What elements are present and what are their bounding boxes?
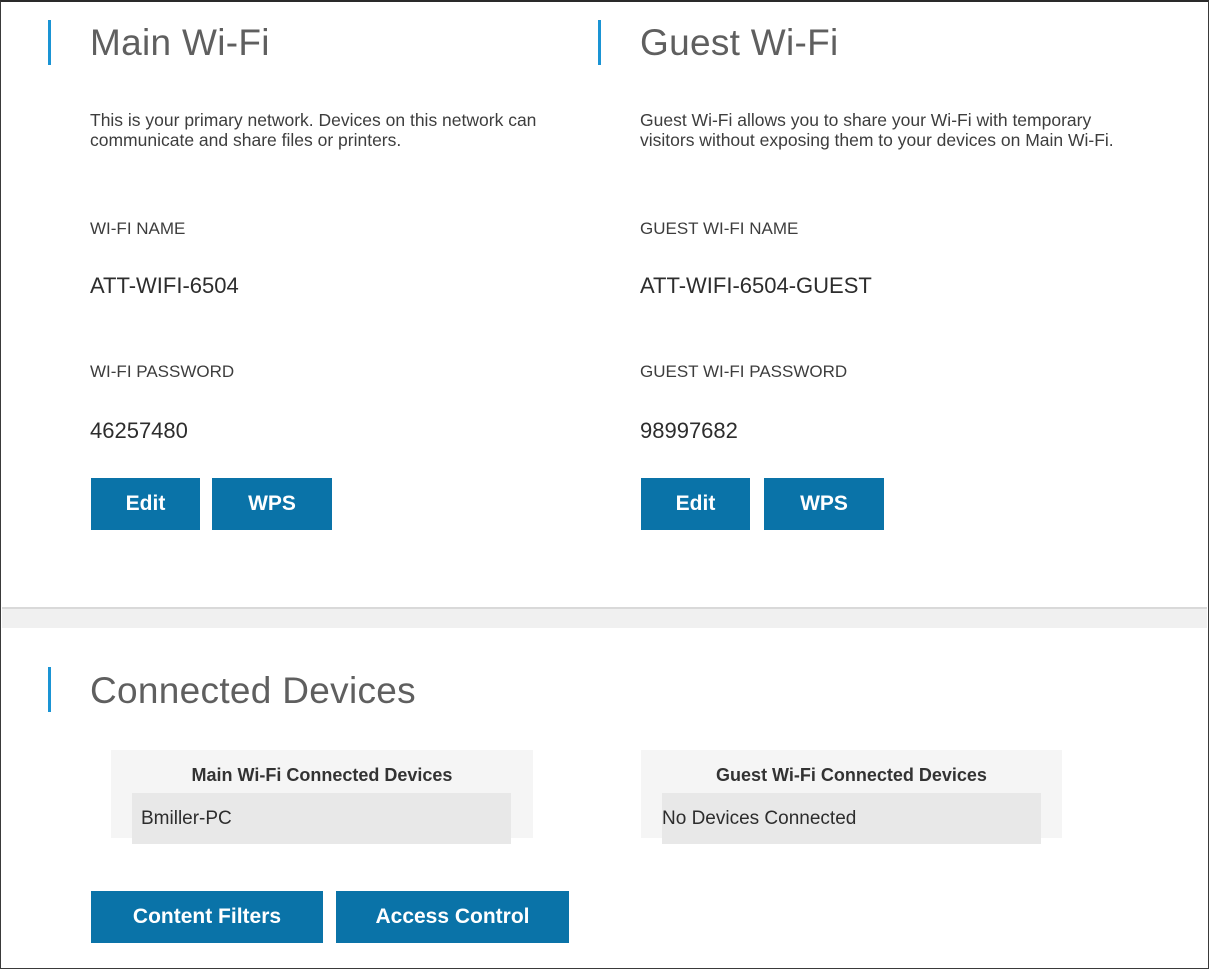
main-wifi-title: Main Wi-Fi xyxy=(90,22,270,63)
main-wifi-accent-bar xyxy=(48,20,51,65)
guest-wifi-description: Guest Wi-Fi allows you to share your Wi-… xyxy=(640,110,1114,150)
guest-wifi-title: Guest Wi-Fi xyxy=(640,22,839,63)
main-wifi-edit-button[interactable]: Edit xyxy=(91,478,200,530)
guest-wifi-wps-button[interactable]: WPS xyxy=(764,478,884,530)
connected-devices-title: Connected Devices xyxy=(90,670,416,711)
main-wifi-wps-button[interactable]: WPS xyxy=(212,478,332,530)
guest-wifi-accent-bar xyxy=(598,20,601,65)
main-wifi-password-label: WI-FI PASSWORD xyxy=(90,362,235,381)
guest-wifi-password-label: GUEST WI-FI PASSWORD xyxy=(640,362,848,381)
main-wifi-name-value: ATT-WIFI-6504 xyxy=(90,273,239,298)
guest-wifi-edit-button[interactable]: Edit xyxy=(641,478,750,530)
device-list-item: No Devices Connected xyxy=(662,793,1041,844)
guest-wifi-name-value: ATT-WIFI-6504-GUEST xyxy=(640,273,872,298)
access-control-button[interactable]: Access Control xyxy=(336,891,569,943)
section-divider xyxy=(2,607,1207,628)
content-filters-button[interactable]: Content Filters xyxy=(91,891,323,943)
connected-devices-accent-bar xyxy=(48,667,51,712)
main-wifi-description: This is your primary network. Devices on… xyxy=(90,110,537,150)
main-wifi-name-label: WI-FI NAME xyxy=(90,219,186,238)
main-wifi-devices-panel: Main Wi-Fi Connected Devices Bmiller-PC xyxy=(111,750,533,844)
guest-wifi-devices-title: Guest Wi-Fi Connected Devices xyxy=(716,765,987,785)
guest-wifi-devices-panel: Guest Wi-Fi Connected Devices No Devices… xyxy=(641,750,1062,844)
main-wifi-devices-title: Main Wi-Fi Connected Devices xyxy=(191,765,453,785)
guest-wifi-password-value: 98997682 xyxy=(640,418,738,443)
device-list-item: Bmiller-PC xyxy=(132,793,511,844)
main-wifi-password-value: 46257480 xyxy=(90,418,188,443)
guest-wifi-name-label: GUEST WI-FI NAME xyxy=(640,219,799,238)
